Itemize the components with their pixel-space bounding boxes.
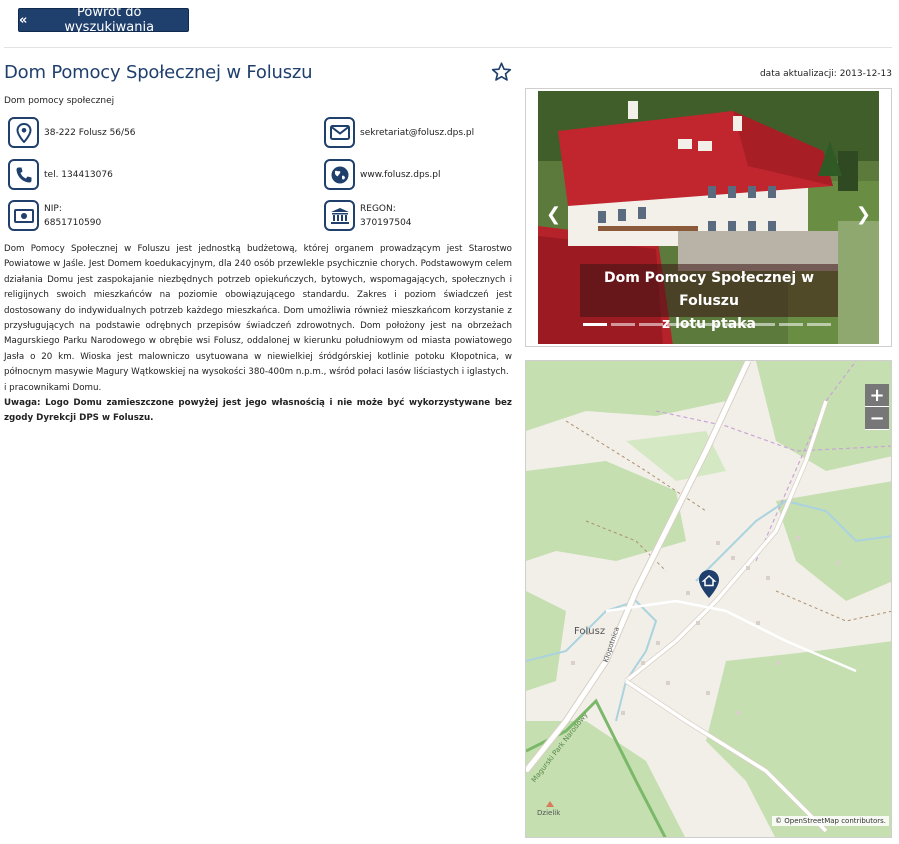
back-button-label: Powrót do wyszukiwania <box>64 5 155 35</box>
favorite-star-icon[interactable] <box>490 61 513 83</box>
envelope-icon <box>324 117 355 148</box>
regon-text: REGON: 370197504 <box>360 202 412 230</box>
phone-item: tel. 134413076 <box>8 159 113 190</box>
carousel-indicator[interactable] <box>723 323 747 326</box>
zoom-out-button[interactable]: − <box>865 407 889 430</box>
regon-label: REGON: <box>360 204 396 214</box>
update-date: data aktualizacji: 2013-12-13 <box>760 69 892 79</box>
caption-line-1: Dom Pomocy Społecznej w Foluszu <box>603 270 814 309</box>
map-pin-icon <box>8 117 39 148</box>
peak-label: Dzielik <box>537 809 561 817</box>
description-paragraph: Dom Pomocy Społecznej w Foluszu jest jed… <box>4 244 512 378</box>
place-label: Folusz <box>574 626 606 637</box>
address-item: 38-222 Folusz 56/56 <box>8 117 136 148</box>
zoom-controls: + − <box>865 384 889 430</box>
website-link[interactable]: www.folusz.dps.pl <box>360 168 440 182</box>
page-title: Dom Pomocy Społecznej w Foluszu <box>4 62 313 83</box>
regon-value: 370197504 <box>360 218 412 228</box>
chevron-left-icon[interactable]: ❮ <box>546 204 561 225</box>
nip-value: 6851710590 <box>44 218 102 228</box>
description: Dom Pomocy Społecznej w Foluszu jest jed… <box>4 242 512 427</box>
map-tiles <box>526 361 891 837</box>
carousel-indicator[interactable] <box>639 323 663 326</box>
photo-carousel: ❮ ❯ Dom Pomocy Społecznej w Foluszu z lo… <box>525 88 892 347</box>
back-to-search-button[interactable]: « Powrót do wyszukiwania <box>18 5 189 35</box>
update-date-label: data aktualizacji: <box>759 69 837 79</box>
divider <box>4 47 892 48</box>
banknote-icon <box>8 200 39 231</box>
chevron-right-icon[interactable]: ❯ <box>856 204 871 225</box>
update-date-value: 2013-12-13 <box>839 69 892 79</box>
carousel-indicators <box>583 323 831 326</box>
regon-item: REGON: 370197504 <box>324 200 412 231</box>
globe-icon <box>324 159 355 190</box>
carousel-indicator[interactable] <box>779 323 803 326</box>
carousel-indicator[interactable] <box>695 323 719 326</box>
nip-label: NIP: <box>44 204 62 214</box>
nip-item: NIP: 6851710590 <box>8 200 101 231</box>
logo-note: Uwaga: Logo Domu zamieszczone powyżej je… <box>4 398 512 424</box>
carousel-caption: Dom Pomocy Społecznej w Foluszu z lotu p… <box>580 264 838 332</box>
nip-text: NIP: 6851710590 <box>44 202 101 230</box>
email-link[interactable]: sekretariat@folusz.dps.pl <box>360 126 474 140</box>
facility-type: Dom pomocy społecznej <box>4 96 115 106</box>
home-marker-icon[interactable] <box>698 569 720 599</box>
location-map[interactable]: Folusz Kłopotnica Magurski Park Narodowy… <box>525 360 892 838</box>
phone-text: tel. 134413076 <box>44 170 113 180</box>
carousel-indicator[interactable] <box>583 323 607 326</box>
carousel-indicator[interactable] <box>807 323 831 326</box>
description-extra: i pracownikami Domu. <box>4 382 102 393</box>
carousel-indicator[interactable] <box>667 323 691 326</box>
phone-icon <box>8 159 39 190</box>
map-attribution[interactable]: © OpenStreetMap contributors. <box>772 816 889 826</box>
institution-icon <box>324 200 355 231</box>
email-item: sekretariat@folusz.dps.pl <box>324 117 474 148</box>
website-item: www.folusz.dps.pl <box>324 159 440 190</box>
carousel-indicator[interactable] <box>611 323 635 326</box>
zoom-in-button[interactable]: + <box>865 384 889 407</box>
double-chevron-left-icon: « <box>19 12 28 28</box>
carousel-indicator[interactable] <box>751 323 775 326</box>
address-text: 38-222 Folusz 56/56 <box>44 128 136 138</box>
